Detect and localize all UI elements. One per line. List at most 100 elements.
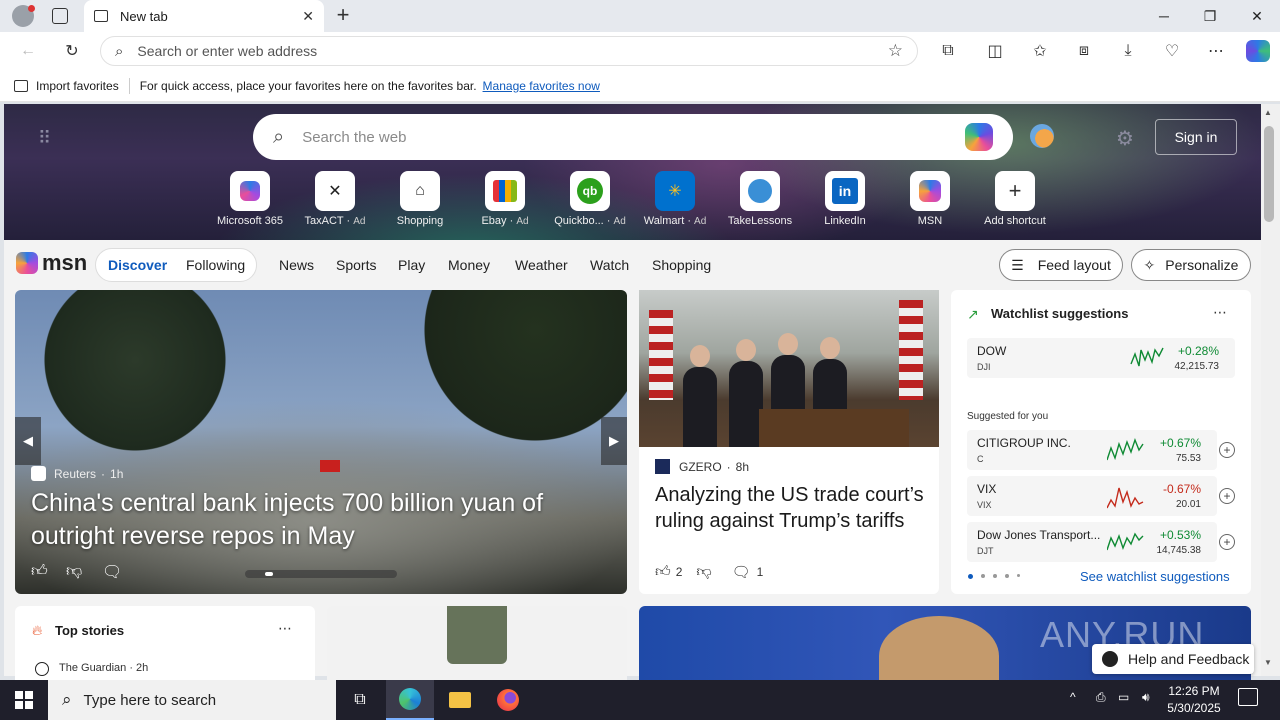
favorite-star-icon[interactable]: ☆ (888, 41, 903, 61)
sign-in-button[interactable]: Sign in (1155, 119, 1237, 155)
shortcut-microsoft365[interactable]: Microsoft 365 (210, 171, 290, 227)
refresh-icon[interactable]: ↻ (60, 40, 84, 62)
shortcut-label: Add shortcut (984, 215, 1046, 227)
network-icon[interactable]: ▭ (1118, 690, 1129, 704)
nav-play[interactable]: Play (398, 257, 425, 273)
watchlist-pager[interactable] (968, 574, 1020, 579)
collections-icon[interactable]: ⧈ (1072, 40, 1096, 62)
shortcut-walmart[interactable]: ✳ Walmart · Ad (635, 171, 715, 227)
carousel-prev-icon[interactable]: ◀ (15, 417, 41, 465)
nav-weather[interactable]: Weather (515, 257, 568, 273)
nav-news[interactable]: News (279, 257, 314, 273)
us-flag-left (649, 310, 673, 400)
help-feedback-button[interactable]: Help and Feedback (1092, 644, 1254, 674)
watchlist-more-icon[interactable]: ⋯ (1213, 304, 1227, 321)
taskbar-search-icon: ⌕ (62, 690, 72, 709)
scroll-down-icon[interactable]: ▼ (1264, 658, 1272, 667)
windows-start-icon[interactable] (0, 680, 48, 720)
minimize-button[interactable]: ─ (1141, 0, 1187, 32)
ebay-icon (485, 171, 525, 211)
see-watchlist-link[interactable]: See watchlist suggestions (1080, 569, 1230, 584)
back-icon[interactable]: ← (16, 40, 40, 62)
nav-shopping[interactable]: Shopping (652, 257, 711, 273)
comment-icon[interactable]: 🗨︎ (732, 563, 751, 581)
downloads-icon[interactable]: ⤓ (1116, 40, 1140, 62)
add-watchlist-icon[interactable]: + (1219, 534, 1235, 550)
split-screen-icon[interactable]: ◫ (983, 40, 1007, 62)
nav-money[interactable]: Money (448, 257, 490, 273)
stock-symbol: DJT (977, 546, 994, 556)
taskbar-search[interactable]: ⌕ Type here to search (48, 680, 336, 720)
shortcut-linkedin[interactable]: in LinkedIn (805, 171, 885, 227)
side-story-age: 8h (735, 459, 750, 474)
shortcut-taxact[interactable]: ✕ TaxACT · Ad (295, 171, 375, 227)
side-story-headline[interactable]: Analyzing the US trade court’s ruling ag… (655, 482, 930, 534)
favorites-icon[interactable]: ✩ (1028, 40, 1052, 62)
like-icon[interactable]: 👍︎ (31, 562, 48, 581)
tab-discover[interactable]: Discover (108, 257, 167, 273)
tray-device-icon[interactable]: ⎙ (1096, 690, 1106, 705)
web-search-box[interactable]: ⌕ Search the web (253, 114, 1013, 160)
taskbar-clock[interactable]: 12:26 PM 5/30/2025 (1156, 683, 1232, 717)
copilot-icon[interactable] (1246, 40, 1270, 62)
tab-following[interactable]: Following (186, 257, 245, 273)
comment-icon[interactable]: 🗨︎ (102, 562, 122, 582)
add-watchlist-icon[interactable]: + (1219, 488, 1235, 504)
new-tab-button[interactable]: + (332, 4, 354, 26)
stock-row-vix[interactable]: VIX VIX -0.67% 20.01 + (967, 476, 1235, 516)
close-window-button[interactable]: ✕ (1234, 0, 1280, 32)
firefox-icon[interactable] (484, 680, 532, 720)
close-tab-icon[interactable]: ✕ (302, 8, 314, 25)
shortcut-label: LinkedIn (824, 215, 866, 227)
dislike-icon[interactable]: 👎︎ (66, 562, 82, 581)
weather-icon[interactable] (1030, 124, 1054, 148)
personalize-button[interactable]: ✧ Personalize (1131, 249, 1251, 281)
web-search-placeholder: Search the web (302, 128, 407, 146)
settings-gear-icon[interactable]: ⚙ (1116, 126, 1134, 151)
notifications-icon[interactable] (1238, 688, 1258, 706)
msn-logo[interactable]: msn (16, 250, 87, 276)
more-menu-icon[interactable]: ⋯ (1204, 40, 1228, 62)
scrollbar-thumb[interactable] (1264, 126, 1274, 222)
volume-icon[interactable]: 🔊︎ (1142, 690, 1150, 705)
shortcut-msn[interactable]: MSN (890, 171, 970, 227)
tray-overflow-icon[interactable]: ^ (1070, 690, 1076, 704)
copilot-search-icon[interactable] (965, 123, 993, 151)
shopping-card[interactable] (327, 606, 627, 686)
browser-essentials-icon[interactable]: ♡ (1160, 40, 1184, 62)
hero-story-headline[interactable]: China's central bank injects 700 billion… (31, 487, 591, 553)
stock-change: +0.67% (1159, 436, 1201, 450)
file-explorer-icon[interactable] (436, 680, 484, 720)
carousel-next-icon[interactable]: ▶ (601, 417, 627, 465)
like-icon[interactable]: 👍︎ (655, 563, 671, 581)
add-watchlist-icon[interactable]: + (1219, 442, 1235, 458)
tab-new-tab[interactable]: New tab ✕ (84, 0, 324, 32)
tab-actions-icon[interactable] (52, 8, 68, 24)
restore-button[interactable]: ❐ (1187, 0, 1233, 32)
edge-taskbar-icon[interactable] (386, 680, 434, 720)
suggested-label: Suggested for you (967, 411, 1049, 422)
nav-watch[interactable]: Watch (590, 257, 629, 273)
stock-row-citigroup[interactable]: CITIGROUP INC. C +0.67% 75.53 + (967, 430, 1235, 470)
shortcut-shopping[interactable]: ⌂ Shopping (380, 171, 460, 227)
dislike-icon[interactable]: 👎︎ (696, 563, 711, 581)
address-bar[interactable]: ⌕ Search or enter web address ☆ (100, 36, 918, 66)
shortcut-label: TakeLessons (727, 215, 793, 227)
shortcut-add[interactable]: + Add shortcut (975, 171, 1055, 227)
stock-value: 20.01 (1175, 499, 1201, 510)
person-figure (683, 345, 717, 447)
nav-sports[interactable]: Sports (336, 257, 376, 273)
scroll-up-icon[interactable]: ▲ (1264, 108, 1272, 117)
shortcut-ebay[interactable]: Ebay · Ad (465, 171, 545, 227)
top-stories-more-icon[interactable]: ⋯ (278, 620, 292, 637)
extensions-icon[interactable]: ⧉ (936, 40, 960, 62)
feed-layout-button[interactable]: ☰ Feed layout (999, 249, 1123, 281)
task-view-icon[interactable]: ⧉ (336, 680, 384, 720)
manage-favorites-link[interactable]: Manage favorites now (483, 79, 600, 93)
apps-grid-icon[interactable]: ⠿ (38, 128, 58, 148)
stock-row-dow[interactable]: DOW DJI +0.28% 42,215.73 (967, 338, 1235, 378)
shortcut-quickbooks[interactable]: qb Quickbo... · Ad (550, 171, 630, 227)
stock-row-djt[interactable]: Dow Jones Transport... DJT +0.53% 14,745… (967, 522, 1235, 562)
import-favorites-button[interactable]: Import favorites (36, 79, 119, 93)
shortcut-takelessons[interactable]: TakeLessons (720, 171, 800, 227)
